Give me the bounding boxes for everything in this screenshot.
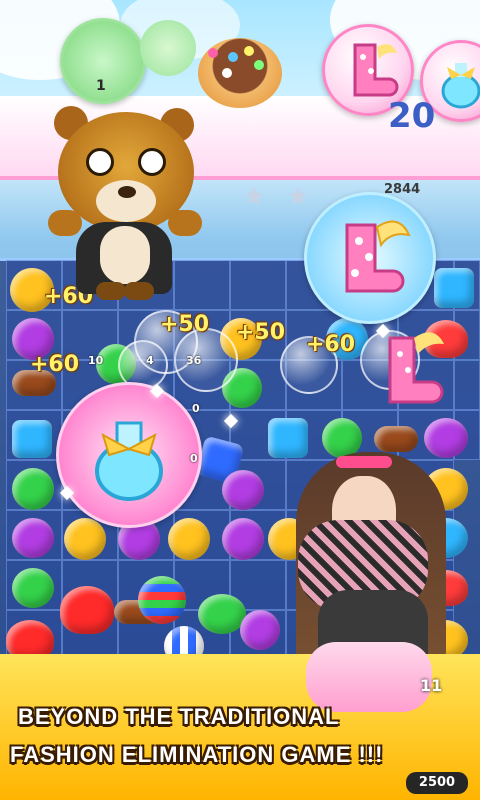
star-icon bbox=[244, 186, 264, 210]
frosting-drip bbox=[306, 642, 432, 712]
candy-purple-paw[interactable] bbox=[240, 610, 280, 650]
candy-blue-square[interactable] bbox=[12, 420, 52, 458]
goal-item-blob bbox=[140, 20, 196, 76]
moves-left-counter: 20 bbox=[388, 96, 436, 136]
candy-blue[interactable] bbox=[424, 518, 468, 558]
candy-red-heart[interactable] bbox=[60, 586, 114, 634]
candy-blue-square[interactable] bbox=[434, 268, 474, 308]
candy-purple-paw[interactable] bbox=[222, 518, 264, 560]
score-popup: +60 bbox=[306, 332, 356, 357]
candy-brown-bean[interactable] bbox=[374, 426, 418, 452]
candy-striped-ball[interactable] bbox=[138, 576, 186, 624]
small-number: 4 bbox=[146, 354, 154, 367]
small-number: 0 bbox=[192, 402, 200, 415]
small-number: 0 bbox=[190, 452, 198, 465]
candy-purple-paw[interactable] bbox=[222, 470, 264, 510]
small-number: 36 bbox=[186, 354, 202, 367]
candy-yellow[interactable] bbox=[268, 518, 310, 560]
score-popup: +60 bbox=[30, 352, 80, 377]
candy-red-heart[interactable] bbox=[424, 570, 468, 606]
candy-green[interactable] bbox=[12, 568, 54, 608]
potion-booster-icon[interactable] bbox=[56, 382, 202, 528]
score-popup: +60 bbox=[44, 284, 94, 309]
bubble bbox=[174, 328, 238, 392]
goal-count-label: 1 bbox=[96, 78, 106, 94]
level-tag: 11 bbox=[420, 676, 443, 695]
donut-goal-icon bbox=[198, 38, 282, 108]
banner-line-2: FASHION ELIMINATION GAME !!! bbox=[10, 742, 384, 767]
candy-green[interactable] bbox=[198, 594, 246, 634]
score-popup: +50 bbox=[236, 320, 286, 345]
candy-yellow[interactable] bbox=[424, 468, 468, 510]
candy-purple-paw[interactable] bbox=[12, 518, 54, 558]
star-icon bbox=[288, 186, 308, 210]
score-popup: +50 bbox=[160, 312, 210, 337]
candy-green[interactable] bbox=[322, 418, 362, 458]
boot-booster-icon[interactable] bbox=[304, 192, 436, 324]
bottom-score: 2500 bbox=[406, 772, 468, 794]
candy-purple-paw[interactable] bbox=[424, 418, 468, 458]
small-number: 10 bbox=[88, 354, 104, 367]
candy-blue-square[interactable] bbox=[268, 418, 308, 458]
candy-green[interactable] bbox=[12, 468, 54, 510]
banner-line-1: BEYOND THE TRADITIONAL bbox=[18, 704, 340, 729]
